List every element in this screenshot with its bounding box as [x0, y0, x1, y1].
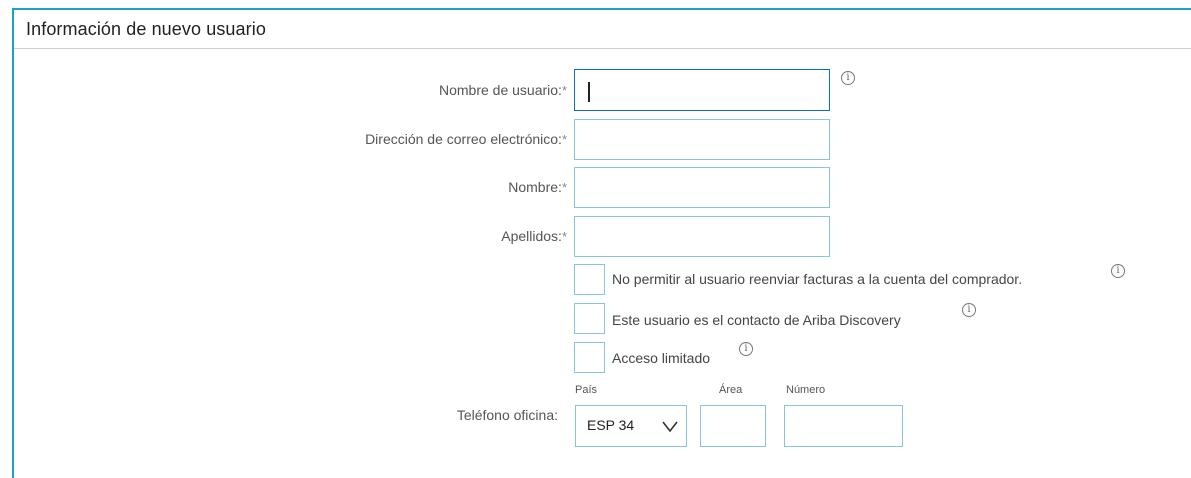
- required-mark: *: [561, 229, 567, 244]
- limited-access-label: Acceso limitado: [612, 350, 711, 366]
- ariba-discovery-contact-label: Este usuario es el contacto de Ariba Dis…: [612, 312, 901, 328]
- text-caret: [588, 82, 590, 102]
- lastname-label-text: Apellidos:: [501, 228, 562, 244]
- username-label-text: Nombre de usuario:: [438, 82, 562, 98]
- chevron-down-icon: [662, 415, 678, 438]
- email-label: Dirección de correo electrónico:*: [365, 131, 567, 147]
- email-label-text: Dirección de correo electrónico:: [365, 131, 562, 147]
- area-header: Área: [719, 384, 743, 396]
- username-label: Nombre de usuario:*: [439, 82, 567, 98]
- firstname-label: Nombre:*: [508, 179, 567, 195]
- office-phone-label: Teléfono oficina:: [456, 407, 558, 423]
- info-icon[interactable]: i: [962, 303, 976, 317]
- info-icon[interactable]: i: [1111, 264, 1125, 278]
- info-icon[interactable]: i: [841, 71, 855, 85]
- lastname-field[interactable]: [574, 216, 830, 257]
- section-title: Información de nuevo usuario: [26, 19, 266, 39]
- country-header: País: [575, 384, 598, 396]
- limited-access-checkbox[interactable]: [574, 342, 605, 373]
- ariba-discovery-contact-checkbox[interactable]: [574, 303, 605, 334]
- email-field[interactable]: [574, 119, 830, 160]
- username-input[interactable]: [574, 69, 830, 111]
- firstname-field[interactable]: [574, 167, 830, 208]
- number-header: Número: [786, 384, 826, 396]
- country-code-value: ESP 34: [587, 417, 635, 433]
- panel-header: Información de nuevo usuario: [14, 10, 1191, 49]
- required-mark: *: [561, 132, 567, 147]
- firstname-label-text: Nombre:: [508, 179, 562, 195]
- no-forward-invoices-label: No permitir al usuario reenviar facturas…: [612, 271, 1023, 287]
- phone-number-field[interactable]: [784, 405, 903, 447]
- no-forward-invoices-checkbox[interactable]: [574, 264, 605, 295]
- required-mark: *: [561, 83, 567, 98]
- info-icon[interactable]: i: [739, 342, 753, 356]
- lastname-label: Apellidos:*: [501, 228, 567, 244]
- area-code-field[interactable]: [700, 405, 766, 447]
- required-mark: *: [561, 180, 567, 195]
- country-code-select[interactable]: ESP 34: [575, 405, 687, 447]
